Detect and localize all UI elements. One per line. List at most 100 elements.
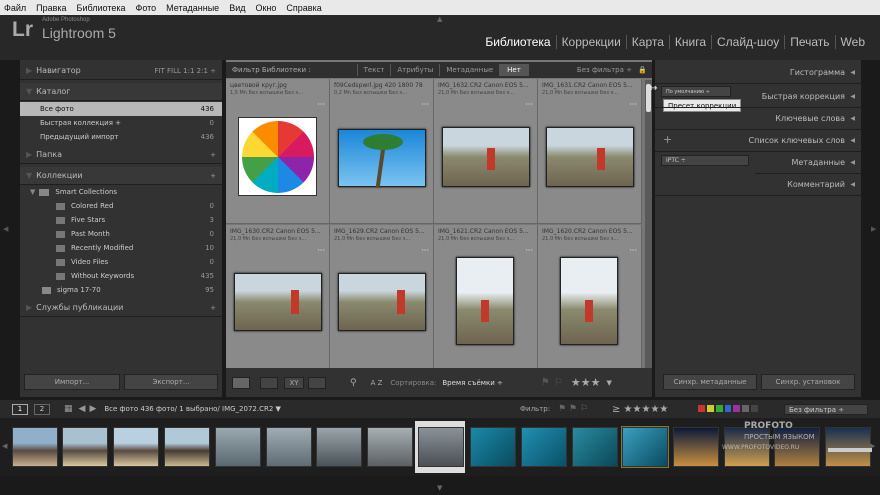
histogram-header[interactable]: Гистограмма (655, 62, 861, 84)
filmstrip-scrollbar[interactable] (828, 448, 872, 452)
grid-cell[interactable]: IMG_1620.CR2 Canon EOS 5... 21,0 Mn Без … (538, 225, 642, 370)
add-publish-icon[interactable]: + (210, 304, 216, 312)
filmstrip-thumb[interactable] (470, 427, 516, 467)
menu-view[interactable]: Вид (229, 3, 245, 13)
filmstrip-thumb[interactable] (62, 427, 108, 467)
filmstrip-thumb[interactable] (215, 427, 261, 467)
filmstrip-thumb[interactable] (367, 427, 413, 467)
keywording-header[interactable]: Ключевые слова (655, 108, 861, 130)
secondary-window-button[interactable]: 2 (34, 403, 50, 415)
more-icon[interactable]: ··· (317, 246, 325, 255)
rating-stars-icon[interactable]: ★★★ (571, 376, 601, 389)
filter-tab-text[interactable]: Текст (356, 64, 391, 76)
metadata-preset-select[interactable]: IPTC ÷ (661, 155, 749, 166)
collection-item[interactable]: Video Files 0 (20, 255, 222, 269)
grid-cell[interactable]: f09Cedspwrl.jpg 420 1800 78 0,2 Mn Без в… (330, 79, 434, 224)
sync-metadata-button[interactable]: Синхр. метаданные (663, 374, 757, 390)
spray-can-icon[interactable]: ⚲ (350, 378, 357, 388)
sync-settings-button[interactable]: Синхр. установок (761, 374, 855, 390)
grid-cell[interactable]: IMG_1631.CR2 Canon EOS 5... 21,0 Mn Без … (538, 79, 642, 224)
scroll-left-icon[interactable]: ◀ (2, 442, 7, 450)
filter-preset[interactable]: Без фильтра ÷ (577, 66, 632, 74)
compare-view-icon[interactable]: XY (284, 376, 304, 389)
smart-collections-group[interactable]: ▼ Smart Collections (20, 185, 222, 199)
module-slideshow[interactable]: Слайд-шоу (711, 35, 784, 49)
filmstrip-thumb[interactable] (572, 427, 618, 467)
export-button[interactable]: Экспорт... (124, 374, 218, 390)
filmstrip-thumb[interactable] (621, 426, 669, 468)
more-icon[interactable]: ··· (525, 100, 533, 109)
module-book[interactable]: Книга (668, 35, 711, 49)
catalog-header[interactable]: ▼ Каталог (20, 83, 222, 101)
filmstrip[interactable]: ◀ ▶ PROFOTO ПРОСТЫМ ЯЗЫКОМ WWW.PROFOTOVI… (0, 418, 880, 476)
grid-cell[interactable]: IMG_1630.CR2 Canon EOS 5... 21,0 Mn Без … (226, 225, 330, 370)
filmstrip-thumb[interactable] (164, 427, 210, 467)
more-icon[interactable]: ··· (421, 100, 429, 109)
metadata-header[interactable]: Метаданные (755, 152, 861, 174)
import-button[interactable]: Импорт... (24, 374, 120, 390)
navigator-header[interactable]: ▶ Навигатор FIT FILL 1:1 2:1 ÷ (20, 62, 222, 80)
filmstrip-thumb[interactable] (316, 427, 362, 467)
top-panel-toggle-icon[interactable]: ▲ (437, 15, 442, 23)
grid-cell[interactable]: цветовой круг.jpg 1,5 Mn Без вспышки Без… (226, 79, 330, 224)
filmstrip-thumb[interactable] (521, 427, 567, 467)
collection-item[interactable]: Five Stars 3 (20, 213, 222, 227)
more-icon[interactable]: ··· (629, 100, 637, 109)
menu-edit[interactable]: Правка (36, 3, 66, 13)
module-develop[interactable]: Коррекции (555, 35, 626, 49)
filmstrip-thumb[interactable] (12, 427, 58, 467)
filmstrip-thumb[interactable] (825, 427, 871, 467)
add-collection-icon[interactable]: + (210, 172, 216, 180)
right-panel-toggle-icon[interactable]: ▶ (871, 225, 876, 233)
sort-direction-icon[interactable]: A Z (371, 379, 383, 387)
filmstrip-source-path[interactable]: Все фото 436 фото/ 1 выбрано/ IMG_2072.C… (104, 405, 281, 413)
collection-item[interactable]: Past Month 0 (20, 227, 222, 241)
survey-view-icon[interactable] (308, 376, 326, 389)
filmstrip-thumb-selected[interactable] (418, 427, 464, 467)
filter-tab-metadata[interactable]: Метаданные (439, 64, 499, 76)
module-print[interactable]: Печать (784, 35, 834, 49)
folders-header[interactable]: ▶ Папка + (20, 146, 222, 164)
catalog-item-all[interactable]: Все фото 436 (20, 102, 222, 116)
module-map[interactable]: Карта (625, 35, 669, 49)
module-library[interactable]: Библиотека (480, 35, 555, 49)
flag-filter-icon[interactable]: ⚑ ⚑ ⚐ (558, 404, 588, 414)
color-label-filter[interactable] (698, 405, 759, 412)
left-panel-toggle-icon[interactable]: ◀ (3, 225, 8, 233)
menu-file[interactable]: Файл (4, 3, 26, 13)
more-icon[interactable]: ··· (629, 246, 637, 255)
more-icon[interactable]: ··· (421, 246, 429, 255)
collection-item[interactable]: Recently Modified 10 (20, 241, 222, 255)
more-icon[interactable]: ··· (525, 246, 533, 255)
more-icon[interactable]: ··· (317, 100, 325, 109)
sort-select[interactable]: Время съёмки ÷ (442, 379, 503, 387)
menu-metadata[interactable]: Метаданные (166, 3, 219, 13)
rating-filter-icon[interactable]: ≥ ★★★★★ (612, 404, 668, 415)
back-icon[interactable]: ◀ (79, 404, 86, 414)
grid-cell[interactable]: IMG_1632.CR2 Canon EOS 5... 21,0 Mn Без … (434, 79, 538, 224)
bottom-panel-toggle-icon[interactable]: ▼ (437, 484, 442, 492)
lock-icon[interactable]: 🔒 (638, 66, 647, 74)
filter-tab-attributes[interactable]: Атрибуты (390, 64, 439, 76)
flag-icon[interactable]: ⚑ (541, 377, 550, 388)
menu-help[interactable]: Справка (286, 3, 321, 13)
collections-header[interactable]: ▼ Коллекции + (20, 167, 222, 185)
publish-header[interactable]: ▶ Службы публикации + (20, 299, 222, 317)
menu-window[interactable]: Окно (255, 3, 276, 13)
catalog-item-quick[interactable]: Быстрая коллекция + 0 (20, 116, 222, 130)
grid-icon[interactable]: ▦ (64, 404, 73, 414)
primary-window-button[interactable]: 1 (12, 403, 28, 415)
forward-icon[interactable]: ▶ (89, 404, 96, 414)
loupe-view-icon[interactable] (260, 376, 278, 389)
catalog-item-previous[interactable]: Предыдущий импорт 436 (20, 130, 222, 144)
filmstrip-thumb[interactable] (113, 427, 159, 467)
menu-photo[interactable]: Фото (135, 3, 156, 13)
keyword-list-header[interactable]: Список ключевых слов (655, 130, 861, 152)
grid-cell[interactable]: IMG_1629.CR2 Canon EOS 5... 21,0 Mn Без … (330, 225, 434, 370)
add-folder-icon[interactable]: + (210, 151, 216, 159)
toolbar-menu-icon[interactable]: ▼ (606, 379, 611, 387)
reject-flag-icon[interactable]: ⚐ (554, 377, 563, 388)
collection-item[interactable]: Without Keywords 435 (20, 269, 222, 283)
saved-preset-select[interactable]: По умолчанию ÷ (661, 86, 731, 97)
zoom-options[interactable]: FIT FILL 1:1 2:1 ÷ (154, 67, 216, 75)
